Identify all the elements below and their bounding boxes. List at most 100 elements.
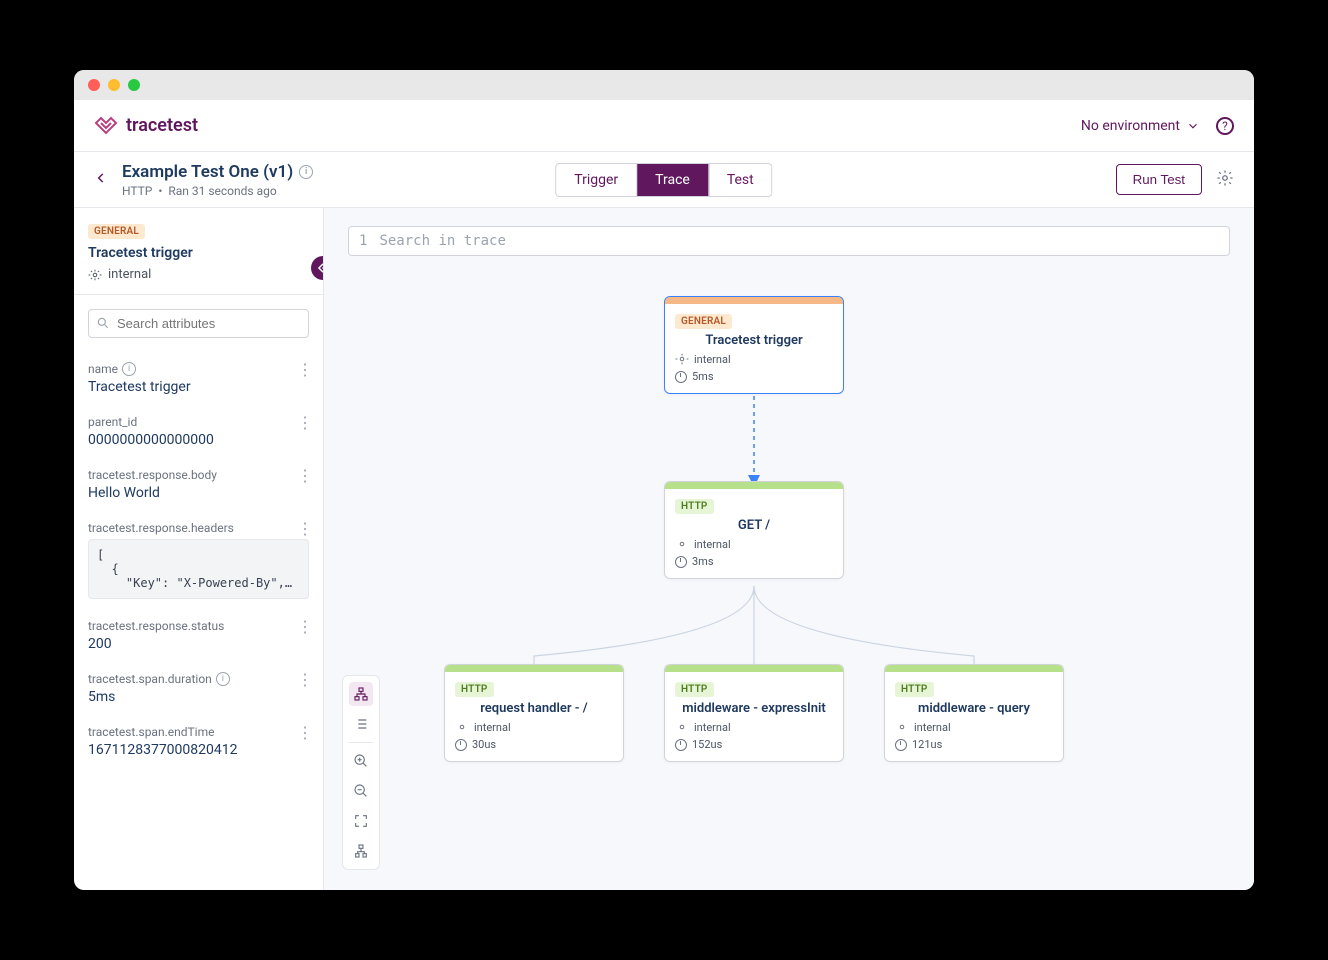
minimize-icon[interactable] xyxy=(108,79,120,91)
attr-key: tracetest.span.durationi xyxy=(88,672,309,686)
attr-search-input[interactable] xyxy=(88,309,309,338)
attr-menu-button[interactable]: ⋮ xyxy=(297,368,313,372)
attr-key: namei xyxy=(88,362,309,376)
zoom-in-button[interactable] xyxy=(349,749,373,773)
view-tabs: Trigger Trace Test xyxy=(555,163,772,197)
info-icon[interactable]: i xyxy=(216,672,230,686)
node-dur: 30us xyxy=(472,738,496,751)
trace-search[interactable]: 1 Search in trace xyxy=(348,226,1230,256)
help-icon[interactable]: ? xyxy=(1216,117,1234,135)
node-bar xyxy=(885,665,1063,672)
clock-icon xyxy=(675,556,687,568)
environment-label: No environment xyxy=(1081,118,1180,134)
sidebar: GENERAL Tracetest trigger internal name xyxy=(74,208,324,890)
chevrons-left-icon xyxy=(316,261,324,275)
zoom-out-button[interactable] xyxy=(349,779,373,803)
gear-icon xyxy=(675,537,689,551)
attr-value: Tracetest trigger xyxy=(88,379,309,395)
span-title: Tracetest trigger xyxy=(88,245,309,261)
body: GENERAL Tracetest trigger internal name xyxy=(74,208,1254,890)
gear-icon xyxy=(455,720,469,734)
node-dur: 3ms xyxy=(692,555,714,568)
brand-text: tracetest xyxy=(126,115,198,136)
node-kind: internal xyxy=(694,538,731,551)
search-icon xyxy=(96,316,110,334)
trace-view: 1 Search in trace GENERAL Tracetest trig… xyxy=(324,208,1254,890)
info-icon[interactable]: i xyxy=(122,362,136,376)
node-c1[interactable]: HTTP request handler - / internal 30us xyxy=(444,664,624,762)
attr-key: tracetest.response.headers xyxy=(88,521,309,535)
minimap-button[interactable] xyxy=(349,839,373,863)
node-bar xyxy=(665,297,843,304)
gear-icon xyxy=(675,720,689,734)
ran-label: Ran 31 seconds ago xyxy=(168,184,276,198)
node-c2[interactable]: HTTP middleware - expressInit internal 1… xyxy=(664,664,844,762)
clock-icon xyxy=(895,739,907,751)
brand-logo[interactable]: tracetest xyxy=(94,114,198,138)
info-icon[interactable]: i xyxy=(299,165,313,179)
settings-button[interactable] xyxy=(1216,169,1234,191)
span-header: GENERAL Tracetest trigger internal xyxy=(74,208,323,295)
node-title: middleware - query xyxy=(895,701,1053,716)
trace-canvas[interactable]: GENERAL Tracetest trigger internal 5ms H… xyxy=(324,256,1254,890)
topbar: tracetest No environment ? xyxy=(74,100,1254,152)
mac-titlebar xyxy=(74,70,1254,100)
attr-row: tracetest.span.endTime 167112837700082041… xyxy=(74,715,323,768)
list-view-button[interactable] xyxy=(349,712,373,736)
divider xyxy=(349,742,373,743)
attr-value: 200 xyxy=(88,636,309,652)
gear-icon xyxy=(675,352,689,366)
clock-icon xyxy=(455,739,467,751)
node-dur: 152us xyxy=(692,738,722,751)
attr-value: 1671128377000820412 xyxy=(88,742,309,758)
graph-view-button[interactable] xyxy=(349,682,373,706)
gear-icon xyxy=(895,720,909,734)
chevron-down-icon xyxy=(1186,119,1200,133)
node-bar xyxy=(665,482,843,489)
gear-icon xyxy=(1216,169,1234,187)
attr-list: nameiTracetest trigger⋮parent_id00000000… xyxy=(74,352,323,890)
node-dur: 5ms xyxy=(692,370,714,383)
attr-menu-button[interactable]: ⋮ xyxy=(297,421,313,425)
run-test-button[interactable]: Run Test xyxy=(1116,164,1202,195)
node-c3[interactable]: HTTP middleware - query internal 121us xyxy=(884,664,1064,762)
attr-menu-button[interactable]: ⋮ xyxy=(297,474,313,478)
node-badge: HTTP xyxy=(455,682,494,697)
attr-key: parent_id xyxy=(88,415,309,429)
node-badge: HTTP xyxy=(895,682,934,697)
back-button[interactable] xyxy=(94,169,108,190)
attr-menu-button[interactable]: ⋮ xyxy=(297,527,313,531)
attr-value: 0000000000000000 xyxy=(88,432,309,448)
attr-menu-button[interactable]: ⋮ xyxy=(297,731,313,735)
attr-key: tracetest.span.endTime xyxy=(88,725,309,739)
environment-selector[interactable]: No environment xyxy=(1081,118,1200,134)
node-title: request handler - / xyxy=(455,701,613,716)
attr-menu-button[interactable]: ⋮ xyxy=(297,625,313,629)
logo-icon xyxy=(94,114,118,138)
node-root[interactable]: GENERAL Tracetest trigger internal 5ms xyxy=(664,296,844,394)
attr-key: tracetest.response.status xyxy=(88,619,309,633)
span-kind-text: internal xyxy=(108,267,151,282)
tab-test[interactable]: Test xyxy=(709,164,772,196)
span-category-badge: GENERAL xyxy=(88,224,145,239)
node-kind: internal xyxy=(694,353,731,366)
attr-code: [ { "Key": "X-Powered-By",… xyxy=(88,539,309,599)
node-title: middleware - expressInit xyxy=(675,701,833,716)
attr-row: tracetest.response.headers [ { "Key": "X-… xyxy=(74,511,323,609)
tab-trace[interactable]: Trace xyxy=(637,164,709,196)
node-bar xyxy=(665,665,843,672)
node-kind: internal xyxy=(474,721,511,734)
attr-row: namei Tracetest trigger ⋮ xyxy=(74,352,323,405)
attr-search xyxy=(88,309,309,338)
attr-row: tracetest.response.status 200 ⋮ xyxy=(74,609,323,662)
node-http[interactable]: HTTP GET / internal 3ms xyxy=(664,481,844,579)
fit-button[interactable] xyxy=(349,809,373,833)
attr-menu-button[interactable]: ⋮ xyxy=(297,678,313,682)
close-icon[interactable] xyxy=(88,79,100,91)
tab-trigger[interactable]: Trigger xyxy=(556,164,637,196)
line-number: 1 xyxy=(359,233,367,249)
attr-row: tracetest.response.bodyHello World⋮ xyxy=(74,458,323,511)
maximize-icon[interactable] xyxy=(128,79,140,91)
node-badge: HTTP xyxy=(675,682,714,697)
gear-icon xyxy=(88,268,102,282)
